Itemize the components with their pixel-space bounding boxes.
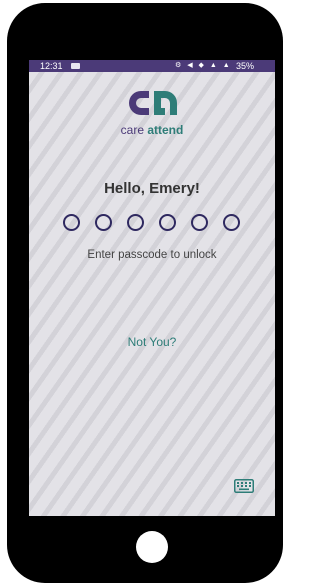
brand-word-care: care [120,123,144,137]
passcode-dot [63,214,80,231]
brand-wordmark: care attend [29,123,275,137]
app-screen: 12:31 ⚙ ◀ ◆ ▲ ▲ 35% care attend Hello, E… [29,60,275,516]
unlock-hint: Enter passcode to unlock [87,249,217,261]
greeting-title: Hello, Emery! [104,180,200,197]
battery-level: 35% [236,61,255,71]
status-icons: ⚙ ◀ ◆ ▲ ▲ [175,62,232,69]
status-time: 12:31 [40,61,63,71]
not-you-link[interactable]: Not You? [29,335,275,349]
passcode-dot [191,214,208,231]
notification-icon [71,63,80,69]
keyboard-icon[interactable] [234,479,254,493]
phone-frame: 12:31 ⚙ ◀ ◆ ▲ ▲ 35% care attend Hello, E… [7,3,283,583]
logo-mark-icon [129,91,177,115]
status-bar: 12:31 ⚙ ◀ ◆ ▲ ▲ 35% [29,60,275,72]
passcode-dot [95,214,112,231]
home-button[interactable] [136,531,168,563]
passcode-indicator [63,214,240,231]
passcode-dot [159,214,176,231]
passcode-dot [127,214,144,231]
brand-word-attend: attend [147,123,184,137]
passcode-dot [223,214,240,231]
